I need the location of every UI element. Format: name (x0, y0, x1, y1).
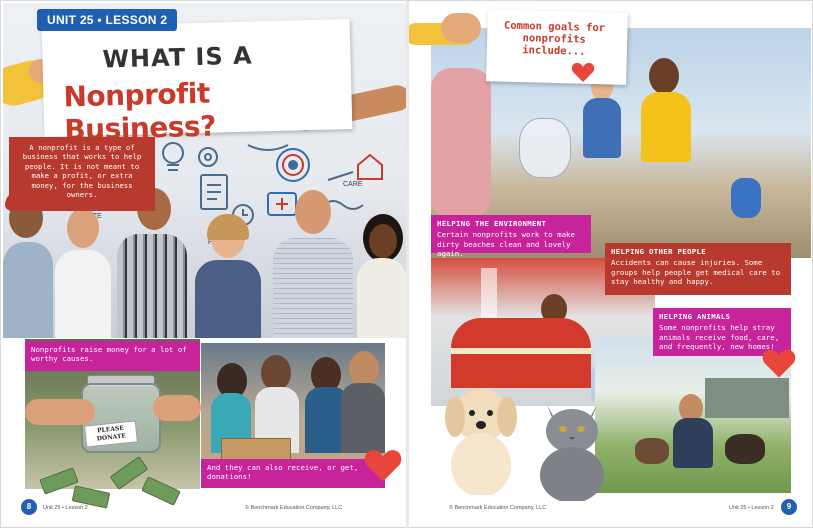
house-icon (357, 153, 383, 180)
animals-heading: HELPING ANIMALS (659, 312, 731, 321)
environment-box: HELPING THE ENVIRONMENT Certain nonprofi… (431, 215, 591, 258)
footer-copyright-left: © Benchmark Education Company, LLC (245, 505, 343, 511)
person-6 (357, 214, 406, 338)
heart-icon (571, 62, 595, 82)
book-gutter (406, 1, 409, 528)
person-4 (195, 214, 261, 338)
footer-unit-right: Unit 25 • Lesson 2 (729, 505, 774, 511)
title-card: WHAT IS A Nonprofit Business? (41, 18, 353, 146)
heart-icon (364, 450, 402, 482)
environment-heading: HELPING THE ENVIRONMENT (437, 219, 547, 228)
heart-icon (762, 349, 796, 378)
person-1 (3, 190, 53, 338)
environment-text: Certain nonprofits work to make dirty be… (437, 230, 575, 259)
puppy-cutout (445, 389, 517, 495)
gear-icon (198, 147, 218, 167)
light-bulb-icon (162, 142, 184, 171)
goals-card-text: Common goals for nonprofits include... (503, 19, 606, 58)
other-people-text: Accidents can cause injuries. Some group… (611, 258, 781, 287)
other-people-box: HELPING OTHER PEOPLE Accidents can cause… (605, 243, 791, 295)
definition-box: A nonprofit is a type of business that w… (9, 137, 155, 211)
goals-card: Common goals for nonprofits include... (486, 9, 628, 85)
page-number-left: 8 (21, 499, 37, 515)
footer-copyright-right: © Benchmark Education Company, LLC (449, 505, 547, 511)
left-page: DONATE CARE HELP (3, 3, 406, 523)
caption-raise-money: Nonprofits raise money for a lot of wort… (25, 341, 200, 371)
unit-lesson-tag: UNIT 25 • LESSON 2 (37, 9, 178, 31)
target-icon (276, 148, 310, 182)
footer-unit-left: Unit 25 • Lesson 2 (43, 505, 88, 511)
other-people-heading: HELPING OTHER PEOPLE (611, 247, 706, 256)
doodle-label-care: CARE (343, 181, 363, 188)
clipboard-icon (200, 174, 228, 210)
page-number-right: 9 (781, 499, 797, 515)
title-line-1: WHAT IS A (102, 41, 253, 74)
book-spread: DONATE CARE HELP (0, 0, 813, 528)
person-2 (55, 204, 111, 338)
hand-holding-jar-right (153, 395, 201, 421)
title-line-2: Nonprofit Business? (63, 76, 217, 147)
caption-receive-donations: And they can also receive, or get, donat… (201, 459, 385, 488)
person-5 (273, 190, 353, 338)
hand-holding-jar-left (25, 399, 95, 425)
hand-holding-goals-card (441, 13, 481, 43)
cat-cutout (540, 405, 604, 501)
right-page: Common goals for nonprofits include... H… (409, 3, 811, 523)
